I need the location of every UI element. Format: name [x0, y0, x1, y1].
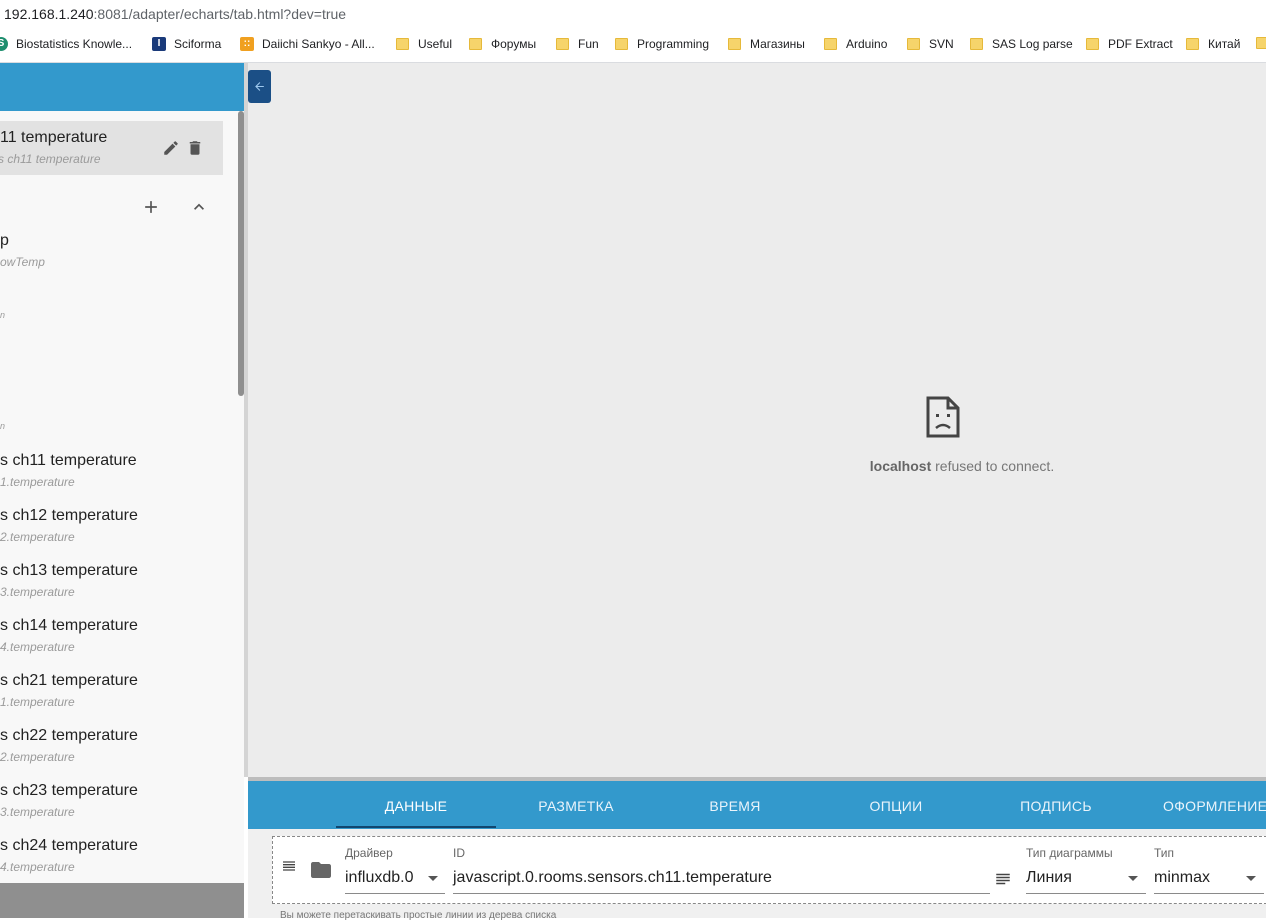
selected-preset-title: 11 temperature: [0, 129, 108, 146]
folder-icon: [615, 38, 628, 50]
folder-icon[interactable]: [308, 858, 334, 882]
folder-icon: [907, 38, 920, 50]
collapse-sidebar-button[interactable]: [248, 70, 271, 103]
folder-subtitle: owTemp: [0, 255, 45, 269]
active-tab-indicator: [336, 826, 496, 828]
id-label: ID: [453, 846, 465, 860]
driver-underline: [345, 893, 445, 894]
drag-handle-icon[interactable]: [281, 858, 297, 874]
bookmark-fun[interactable]: Fun: [556, 37, 599, 51]
bookmark-svn[interactable]: SVN: [907, 37, 954, 51]
chevron-down-icon: [1128, 876, 1138, 881]
folder-title[interactable]: p: [0, 232, 9, 250]
arrow-left-icon: [255, 82, 264, 91]
chart-type-label: Тип диаграммы: [1026, 846, 1113, 860]
sidebar-footer: [0, 883, 244, 918]
driver-label: Драйвер: [345, 846, 393, 860]
tab-layout[interactable]: РАЗМЕТКА: [496, 781, 656, 829]
bookmark-daiichi[interactable]: :: Daiichi Sankyo - All...: [240, 37, 375, 51]
bookmark-sciforma[interactable]: I Sciforma: [152, 37, 221, 51]
folder-icon: [469, 38, 482, 50]
folder-icon: [1186, 38, 1199, 50]
bookmark-arduino[interactable]: Arduino: [824, 37, 887, 51]
bookmark-shops[interactable]: Магазины: [728, 37, 805, 51]
tab-caption[interactable]: ПОДПИСЬ: [976, 781, 1136, 829]
settings-tabs: ДАННЫЕ РАЗМЕТКА ВРЕМЯ ОПЦИИ ПОДПИСЬ ОФОР…: [248, 777, 1266, 829]
drag-hint-text: Вы можете перетаскивать простые линии из…: [280, 910, 557, 921]
folder-icon: [824, 38, 837, 50]
tab-options[interactable]: ОПЦИИ: [816, 781, 976, 829]
bookmark-biostatistics[interactable]: S Biostatistics Knowle...: [0, 37, 132, 51]
add-icon[interactable]: [141, 197, 161, 217]
bookmark-pdf-extract[interactable]: PDF Extract: [1086, 37, 1173, 51]
url-text[interactable]: 192.168.1.240:8081/adapter/echarts/tab.h…: [4, 6, 346, 22]
bookmarks-bar: S Biostatistics Knowle... I Sciforma :: …: [0, 28, 1266, 63]
connection-error-message: localhost refused to connect.: [869, 458, 1055, 474]
tab-time[interactable]: ВРЕМЯ: [655, 781, 815, 829]
chevron-down-icon: [1246, 876, 1256, 881]
chevron-up-icon[interactable]: [189, 197, 209, 217]
s-icon: S: [0, 37, 8, 51]
type-label: Тип: [1154, 846, 1175, 860]
folder-icon: [1256, 37, 1266, 49]
stray-text: n: [0, 310, 6, 320]
folder-icon: [1086, 38, 1099, 50]
bookmark-overflow[interactable]: [1256, 37, 1266, 49]
selected-preset-subtitle: s ch11 temperature: [0, 152, 101, 166]
folder-icon: [556, 38, 569, 50]
tab-data[interactable]: ДАННЫЕ: [336, 781, 496, 829]
folder-icon: [396, 38, 409, 50]
folder-icon: [970, 38, 983, 50]
chart-type-underline: [1026, 893, 1146, 894]
sidebar-header: [0, 63, 244, 111]
bookmark-forums[interactable]: Форумы: [469, 37, 536, 51]
i-icon: I: [152, 37, 166, 51]
bookmark-useful[interactable]: Useful: [396, 37, 452, 51]
bookmark-programming[interactable]: Programming: [615, 37, 709, 51]
list-icon[interactable]: [994, 870, 1012, 888]
id-underline: [453, 893, 990, 894]
chevron-down-icon: [428, 876, 438, 881]
bookmark-sas-log-parse[interactable]: SAS Log parse: [970, 37, 1073, 51]
delete-icon[interactable]: [186, 139, 204, 157]
edit-icon[interactable]: [162, 139, 180, 157]
folder-icon: [728, 38, 741, 50]
address-bar[interactable]: 192.168.1.240:8081/adapter/echarts/tab.h…: [0, 0, 1266, 28]
tab-appearance[interactable]: ОФОРМЛЕНИЕ: [1163, 781, 1266, 829]
chart-preview-frame: [244, 63, 1266, 777]
charts-sidebar: 11 temperature s ch11 temperature p owTe…: [0, 63, 244, 918]
type-underline: [1154, 893, 1264, 894]
bookmark-china[interactable]: Китай: [1186, 37, 1240, 51]
grid-icon: ::: [240, 37, 254, 51]
stray-text: n: [0, 421, 6, 431]
sad-page-icon: [926, 396, 960, 438]
